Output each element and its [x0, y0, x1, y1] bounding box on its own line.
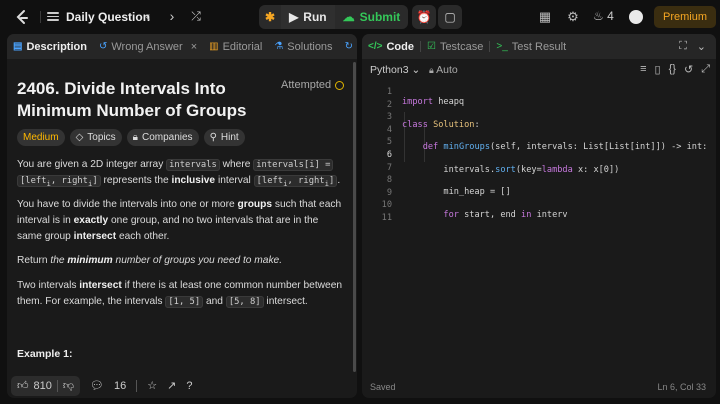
- tab-solutions[interactable]: ⚗ Solutions: [268, 34, 338, 59]
- comment-count: 16: [114, 379, 127, 392]
- top-bar: Daily Question ‹ › ⤮ ✱ ▶ Run ☁ Submit ⏰ ▢ …: [0, 0, 720, 34]
- hint-button[interactable]: ⚲ Hint: [203, 129, 245, 146]
- checkbox-icon: ☑: [426, 41, 436, 52]
- left-tab-bar: ▤ Description ↺ Wrong Answer × ▥ Editorial ⚗…: [7, 34, 357, 59]
- description-footer: 👍︎ 810 👎︎ 💬︎ 16 ☆ ↗ ?: [7, 373, 357, 398]
- paragraph-4: Two intervals intersect if there is at l…: [17, 280, 343, 308]
- premium-button[interactable]: Premium: [654, 6, 716, 28]
- gear-icon[interactable]: ⚙: [564, 8, 582, 26]
- help-icon[interactable]: ?: [186, 380, 192, 392]
- reset-icon[interactable]: ↺: [684, 63, 693, 76]
- chevron-down-icon[interactable]: ⌄: [697, 40, 706, 53]
- paragraph-2: You have to divide the intervals into on…: [17, 199, 342, 242]
- submissions-icon: ↻: [344, 41, 353, 52]
- debug-button[interactable]: ✱: [259, 5, 281, 29]
- tab-test-result[interactable]: >_ Test Result: [490, 34, 572, 59]
- comment-icon[interactable]: 💬︎: [90, 379, 104, 392]
- braces-icon[interactable]: {}: [669, 63, 676, 76]
- attempted-icon: [335, 80, 345, 90]
- description-panel: ▤ Description ↺ Wrong Answer × ▥ Editorial ⚗…: [7, 34, 357, 398]
- tab-submissions[interactable]: ↻S: [339, 34, 357, 59]
- thumbs-up-icon[interactable]: 👍︎: [17, 379, 29, 392]
- close-icon[interactable]: ×: [191, 41, 197, 53]
- play-icon: ▶: [289, 10, 299, 24]
- status-badge: Attempted: [281, 79, 345, 91]
- code-editor[interactable]: import heapq class Solution: def minGrou…: [402, 86, 707, 355]
- expand-icon[interactable]: ⤢: [701, 63, 710, 76]
- line-numbers: 1 2 3 4 5 6 7 8 9 10 11: [381, 87, 392, 223]
- run-submit-group: ✱ ▶ Run ☁ Submit: [259, 5, 409, 29]
- tab-description[interactable]: ▤ Description: [7, 34, 93, 59]
- lightbulb-icon: ⚲: [209, 132, 217, 143]
- star-icon[interactable]: ☆: [147, 379, 157, 392]
- shuffle-icon[interactable]: ⤮: [187, 7, 205, 25]
- tab-editorial[interactable]: ▥ Editorial: [203, 34, 268, 59]
- leetcode-logo-icon[interactable]: [14, 9, 30, 25]
- cursor-position: Ln 6, Col 33: [657, 382, 706, 392]
- paragraph-3: Return the minimum number of groups you …: [17, 255, 283, 266]
- problem-list-title[interactable]: Daily Question: [66, 10, 150, 24]
- code-panel: </> Code ☑ Testcase >_ Test Result ⛶ ⌄ Pyth…: [362, 34, 716, 398]
- book-icon: ▥: [209, 41, 219, 52]
- next-problem-icon[interactable]: ›: [163, 7, 181, 25]
- tab-wrong-answer[interactable]: ↺ Wrong Answer ×: [93, 34, 203, 59]
- tag-row: Medium ◇ Topics 🔒︎ Companies ⚲ Hint: [17, 129, 245, 146]
- share-icon[interactable]: ↗: [167, 379, 176, 392]
- editor-toolbar: ≡ ▯ {} ↺ ⤢: [640, 63, 710, 76]
- lock-icon: 🔒︎: [132, 132, 138, 143]
- lock-icon: 🔒︎: [429, 65, 434, 75]
- editor-status-bar: Saved Ln 6, Col 33: [362, 378, 716, 398]
- example-heading: Example 1:: [17, 348, 73, 360]
- tab-testcase[interactable]: ☑ Testcase: [421, 34, 489, 59]
- tag-icon: ◇: [75, 132, 84, 143]
- chevron-down-icon: ⌄: [411, 64, 421, 76]
- companies-button[interactable]: 🔒︎ Companies: [126, 129, 199, 146]
- right-tab-bar: </> Code ☑ Testcase >_ Test Result ⛶ ⌄: [362, 34, 716, 59]
- format-icon[interactable]: ≡: [640, 63, 646, 76]
- divider: [40, 11, 41, 23]
- paragraph-1: You are given a 2D integer array interva…: [17, 159, 341, 188]
- saved-status: Saved: [370, 382, 396, 392]
- flask-icon: ⚗: [274, 41, 284, 52]
- previous-problem-icon[interactable]: ‹: [139, 7, 157, 25]
- history-icon: ↺: [98, 41, 108, 52]
- tab-code[interactable]: </> Code: [362, 34, 420, 59]
- difficulty-badge[interactable]: Medium: [17, 129, 65, 146]
- menu-icon[interactable]: [47, 10, 59, 22]
- language-select[interactable]: Python3 ⌄: [370, 64, 420, 76]
- bug-icon: ✱: [265, 10, 276, 24]
- notes-icon[interactable]: ▢: [438, 5, 462, 29]
- layout-icon[interactable]: ▦: [536, 8, 554, 26]
- auto-mode[interactable]: 🔒︎ Auto: [429, 64, 458, 76]
- cloud-upload-icon: ☁: [342, 10, 355, 24]
- timer-icon[interactable]: ⏰: [412, 5, 436, 29]
- problem-title: 2406. Divide Intervals Into Minimum Numb…: [17, 79, 247, 120]
- topics-button[interactable]: ◇ Topics: [69, 129, 122, 146]
- maximize-icon[interactable]: ⛶: [679, 40, 687, 53]
- bookmark-icon[interactable]: ▯: [655, 63, 661, 76]
- thumbs-down-icon[interactable]: 👎︎: [63, 379, 74, 392]
- like-dislike-group: 👍︎ 810 👎︎: [11, 375, 81, 396]
- avatar[interactable]: [629, 10, 643, 24]
- code-icon: </>: [368, 41, 383, 52]
- scrollbar[interactable]: [353, 62, 356, 372]
- streak-counter[interactable]: ♨ 4: [593, 9, 614, 23]
- run-button[interactable]: ▶ Run: [281, 5, 335, 29]
- terminal-icon: >_: [496, 41, 508, 52]
- document-icon: ▤: [13, 41, 23, 52]
- submit-button[interactable]: ☁ Submit: [335, 5, 409, 29]
- fire-icon: ♨: [593, 9, 604, 23]
